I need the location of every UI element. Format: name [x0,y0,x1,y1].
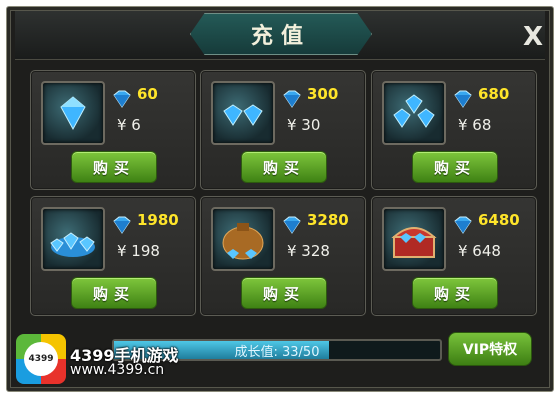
buy-button[interactable]: 购买 [241,277,327,309]
diamond-icon [454,90,472,108]
price-label: ¥ 648 [458,242,501,260]
diamond-amount: 3280 [307,211,349,229]
diamond-sack-icon [211,207,275,271]
two-diamonds-icon [211,81,275,145]
close-button[interactable]: X [517,21,549,53]
diamond-amount: 1980 [137,211,179,229]
price-label: ¥ 68 [458,116,492,134]
diamond-icon [283,216,301,234]
diamond-pile-icon [382,81,446,145]
pack-card-300: 300 ¥ 30 购买 [200,70,366,190]
buy-button[interactable]: 购买 [241,151,327,183]
vip-privileges-button[interactable]: VIP特权 [448,332,532,366]
price-label: ¥ 328 [287,242,330,260]
watermark-url: www.4399.cn [70,362,165,378]
dialog-title: 充值 [250,24,311,49]
price-label: ¥ 198 [117,242,160,260]
logo-text: 4399 [24,342,58,376]
title-plate: 充值 [190,13,372,55]
diamond-amount: 60 [137,85,158,103]
diamond-chest-icon [382,207,446,271]
pack-card-1980: 1980 ¥ 198 购买 [30,196,196,316]
price-label: ¥ 30 [287,116,321,134]
diamond-amount: 680 [478,85,510,103]
title-bar: 充值 X [15,11,545,60]
price-label: ¥ 6 [117,116,141,134]
diamond-icon [454,216,472,234]
buy-button[interactable]: 购买 [412,277,498,309]
pack-card-3280: 3280 ¥ 328 购买 [200,196,366,316]
pack-card-680: 680 ¥ 68 购买 [371,70,537,190]
single-diamond-icon [41,81,105,145]
diamond-heap-icon [41,207,105,271]
diamond-icon [113,90,131,108]
4399-logo: 4399 [16,334,66,384]
pack-card-60: 60 ¥ 6 购买 [30,70,196,190]
diamond-amount: 300 [307,85,339,103]
buy-button[interactable]: 购买 [71,277,157,309]
buy-button[interactable]: 购买 [412,151,498,183]
diamond-icon [113,216,131,234]
buy-button[interactable]: 购买 [71,151,157,183]
diamond-icon [283,90,301,108]
pack-card-6480: 6480 ¥ 648 购买 [371,196,537,316]
diamond-amount: 6480 [478,211,520,229]
